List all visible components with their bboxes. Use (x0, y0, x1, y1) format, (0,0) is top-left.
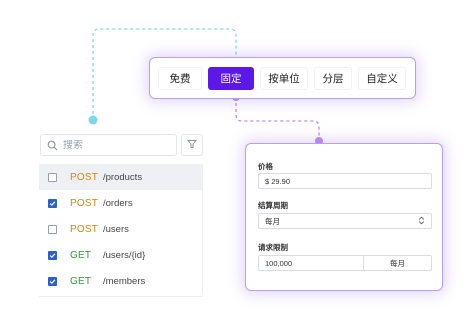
api-checkbox[interactable] (48, 224, 57, 234)
pricing-mode-selector: 免费 固定 按单位 分层 自定义 (149, 57, 416, 99)
checkmark-icon (49, 252, 56, 258)
api-row[interactable]: POST/products (39, 164, 202, 190)
api-row[interactable]: GET/users/{id} (39, 242, 202, 268)
api-search-row (40, 134, 203, 156)
checkmark-icon (49, 200, 56, 206)
request-limit-input[interactable]: 100,000 (259, 256, 364, 270)
search-icon (47, 140, 58, 151)
request-limit-label: 请求限制 (258, 243, 288, 252)
pricing-form-card: 价格 $ 29.90 结算周期 每月 请求限制 100,000 每月 (245, 143, 443, 291)
connector-dot-api-list (88, 115, 98, 125)
chevron-up-down-icon (418, 216, 425, 227)
api-row[interactable]: GET/members (39, 268, 202, 294)
price-label: 价格 (258, 162, 273, 171)
mode-tab[interactable]: 自定义 (358, 66, 406, 90)
api-checkbox[interactable] (48, 198, 57, 208)
billing-period-label: 结算周期 (258, 201, 288, 210)
http-method: POST (70, 171, 99, 183)
mode-tab[interactable]: 按单位 (260, 66, 308, 90)
mode-tab[interactable]: 免费 (158, 66, 202, 90)
mode-tab[interactable]: 分层 (314, 66, 352, 90)
http-method: POST (70, 197, 99, 209)
endpoint-path: /members (103, 275, 146, 287)
api-row[interactable]: POST/orders (39, 190, 202, 216)
mode-tab[interactable]: 固定 (208, 66, 254, 90)
http-method: GET (70, 249, 92, 261)
checkmark-icon (49, 278, 56, 284)
list-divider (39, 296, 203, 297)
billing-period-value: 每月 (265, 216, 280, 226)
filter-button[interactable] (181, 134, 203, 156)
request-limit-unit-label: 每月 (390, 258, 405, 268)
endpoint-path: /users (103, 223, 129, 235)
api-checkbox[interactable] (48, 250, 57, 260)
search-input[interactable] (63, 139, 153, 151)
request-limit-group: 100,000 每月 (258, 255, 432, 271)
search-box[interactable] (40, 134, 177, 156)
http-method: POST (70, 223, 99, 235)
price-value: $ 29.90 (265, 176, 291, 186)
api-checkbox[interactable] (48, 276, 57, 286)
filter-icon (187, 136, 197, 154)
api-checkbox[interactable] (48, 172, 57, 182)
endpoint-path: /orders (103, 197, 133, 209)
http-method: GET (70, 275, 92, 287)
request-limit-unit[interactable]: 每月 (364, 256, 431, 270)
billing-period-select[interactable]: 每月 (258, 213, 432, 229)
endpoint-path: /users/{id} (103, 249, 146, 261)
endpoint-path: /products (103, 171, 143, 183)
request-limit-value: 100,000 (265, 258, 293, 268)
api-endpoint-list: POST/products POST/orders POST/users GET/us… (39, 164, 203, 294)
price-input[interactable]: $ 29.90 (258, 173, 432, 189)
api-row[interactable]: POST/users (39, 216, 202, 242)
